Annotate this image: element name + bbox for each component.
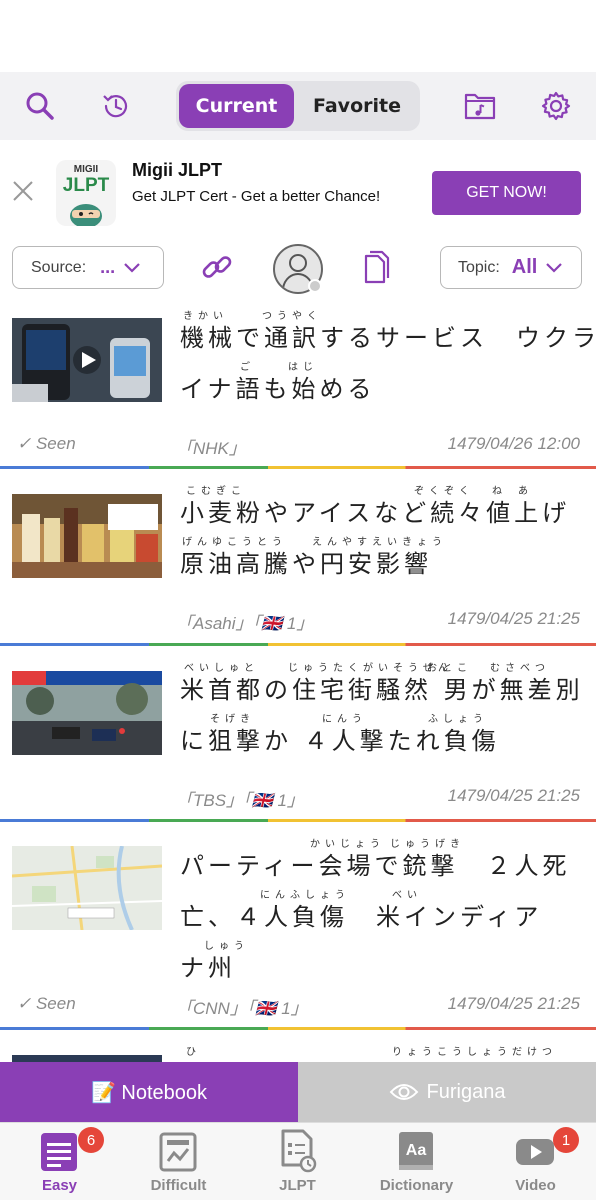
headline-line: 機械で通訳するサービス ウクラ — [180, 324, 596, 352]
article-headline[interactable]: こむぎこ ぞくぞく ね あ 小麦粉やアイスなど続々値上げ げんゆこうとう えんや… — [180, 479, 585, 589]
article-headline[interactable]: かいじょう じゅうげき パーティー会場で銃撃 ２人死 にんふしょう べい 亡、４… — [180, 832, 585, 992]
tab-video[interactable]: 1 Video — [476, 1123, 595, 1200]
article-thumbnail — [12, 1055, 162, 1062]
headline-line: 米首都の住宅街騒然 男が無差別 — [180, 676, 584, 704]
tab-favorite[interactable]: Favorite — [298, 84, 416, 128]
headline-line: パーティー会場で銃撃 ２人死 — [180, 852, 571, 880]
jlpt-test-icon — [281, 1129, 317, 1173]
article-thumbnail — [12, 318, 162, 402]
article-thumbnail — [12, 494, 162, 578]
seen-label: ✓ Seen — [17, 434, 76, 453]
status-bar — [0, 0, 596, 72]
furigana-button[interactable]: Furigana — [298, 1062, 596, 1122]
topic-value: All — [511, 256, 538, 278]
furigana: りょうこうしょうだけつ — [392, 1047, 557, 1058]
source-label: Source: — [31, 258, 87, 276]
action-bar: 📝 Notebook Furigana — [0, 1062, 596, 1122]
video-icon — [516, 1139, 554, 1165]
search-icon[interactable] — [20, 86, 60, 126]
top-toolbar: Current Favorite — [0, 72, 596, 140]
history-icon[interactable] — [96, 86, 136, 126]
source-tag: 「Asahi」「🇬🇧 1」 — [176, 614, 314, 633]
settings-icon[interactable] — [536, 86, 576, 126]
article-thumbnail — [12, 671, 162, 755]
logo-main-text: JLPT — [62, 175, 110, 196]
chevron-down-icon — [124, 262, 140, 273]
music-folder-icon[interactable] — [460, 86, 500, 126]
easy-news-icon — [41, 1133, 77, 1171]
ad-banner: MIGII JLPT Migii JLPT Get JLPT Cert - Ge… — [0, 140, 596, 246]
chevron-down-icon — [546, 262, 563, 273]
ad-subtitle: Get JLPT Cert - Get a better Chance! — [132, 188, 381, 205]
link-icon[interactable] — [200, 250, 234, 288]
list-item[interactable]: きかい つうやく 機械で通訳するサービス ウクラ ご はじ イナ語も始める ✓ … — [0, 300, 596, 466]
article-headline[interactable]: きかい つうやく 機械で通訳するサービス ウクラ ご はじ イナ語も始める — [180, 300, 596, 410]
list-item[interactable]: ひ りょうこうしょうだけつ — [0, 1030, 596, 1062]
source-tag: 「CNN」「🇬🇧 1」 — [176, 999, 308, 1018]
eye-icon — [389, 1084, 418, 1100]
source-tag: 「TBS」「🇬🇧 1」 — [176, 791, 304, 810]
headline-line: 原油高騰や円安影響 — [180, 550, 432, 578]
svg-text:Aa: Aa — [406, 1142, 427, 1159]
headline-line: に狙撃か ４人撃たれ負傷 — [180, 727, 500, 755]
filter-row: Source: ... Topic: All — [0, 244, 596, 300]
list-item[interactable]: べいしゅと じゅうたくがいそうぜん おとこ むさべつ 米首都の住宅街騒然 男が無… — [0, 646, 596, 819]
furigana-label: Furigana — [426, 1080, 506, 1103]
dictionary-icon: Aa — [399, 1132, 433, 1170]
headline-line: 小麦粉やアイスなど続々値上げ — [180, 499, 571, 527]
topic-dropdown[interactable]: Topic: All — [440, 246, 582, 289]
ad-title: Migii JLPT — [132, 160, 222, 180]
article-date: 1479/04/25 21:25 — [447, 994, 580, 1013]
tab-current[interactable]: Current — [179, 84, 294, 128]
list-item[interactable]: こむぎこ ぞくぞく ね あ 小麦粉やアイスなど続々値上げ げんゆこうとう えんや… — [0, 469, 596, 643]
tab-label: Dictionary — [379, 1177, 454, 1194]
tab-label: Video — [515, 1177, 556, 1194]
bottom-tab-bar: 6 Easy Difficult JLPT Aa Dictionary 1 Vi… — [0, 1122, 596, 1200]
article-thumbnail — [12, 846, 162, 930]
status-dot — [308, 279, 322, 293]
close-icon[interactable] — [10, 178, 36, 204]
tab-label: JLPT — [279, 1177, 316, 1194]
source-tag: 「NHK」 — [176, 439, 246, 458]
difficult-news-icon — [159, 1132, 197, 1172]
logo-top-text: MIGII — [73, 164, 99, 175]
article-headline[interactable]: べいしゅと じゅうたくがいそうぜん おとこ むさべつ 米首都の住宅街騒然 男が無… — [180, 656, 585, 766]
seen-label: ✓ Seen — [17, 994, 76, 1013]
source-value: ... — [100, 257, 116, 277]
tab-jlpt[interactable]: JLPT — [238, 1123, 357, 1200]
article-date: 1479/04/26 12:00 — [447, 434, 580, 453]
tab-easy[interactable]: 6 Easy — [0, 1123, 119, 1200]
headline-line: イナ語も始める — [180, 375, 376, 403]
headline-line: 亡、４人負傷 米インディア — [180, 903, 543, 931]
copy-icon[interactable] — [360, 250, 392, 290]
migii-logo: MIGII JLPT — [56, 160, 116, 226]
notebook-button[interactable]: 📝 Notebook — [0, 1062, 298, 1122]
article-date: 1479/04/25 21:25 — [447, 786, 580, 805]
tab-dictionary[interactable]: Aa Dictionary — [357, 1123, 476, 1200]
headline-line: ナ州 — [180, 954, 236, 982]
tab-difficult[interactable]: Difficult — [119, 1123, 238, 1200]
tab-label: Easy — [41, 1177, 78, 1194]
badge-count: 6 — [78, 1127, 104, 1153]
badge-count: 1 — [553, 1127, 579, 1153]
list-item[interactable]: かいじょう じゅうげき パーティー会場で銃撃 ２人死 にんふしょう べい 亡、４… — [0, 822, 596, 1027]
get-now-button[interactable]: GET NOW! — [432, 171, 581, 215]
topic-label: Topic: — [458, 258, 500, 276]
current-favorite-segment: Current Favorite — [176, 81, 420, 131]
article-date: 1479/04/25 21:25 — [447, 609, 580, 628]
tab-label: Difficult — [150, 1177, 207, 1194]
furigana: ひ — [186, 1047, 201, 1058]
source-dropdown[interactable]: Source: ... — [12, 246, 164, 289]
